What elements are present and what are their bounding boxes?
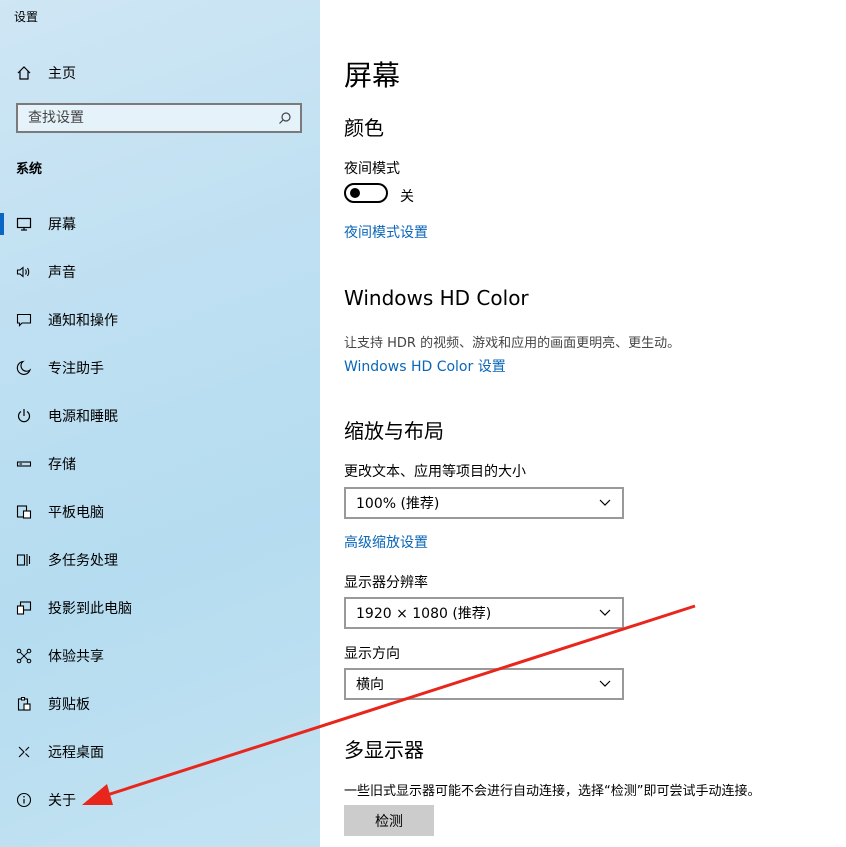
sidebar-item-tablet[interactable]: 平板电脑 [0, 488, 320, 536]
scale-dropdown-value: 100% (推荐) [356, 496, 440, 512]
sidebar-item-sound[interactable]: 声音 [0, 248, 320, 296]
storage-icon [15, 455, 33, 473]
sidebar-item-storage[interactable]: 存储 [0, 440, 320, 488]
info-icon [15, 791, 33, 809]
sidebar: 设置 主页 系统 屏幕 声音 通知和操作 [0, 0, 320, 847]
main-content: 屏幕 颜色 夜间模式 关 夜间模式设置 Windows HD Color 让支持… [320, 0, 846, 847]
clipboard-icon [15, 695, 33, 713]
page-title: 屏幕 [344, 59, 401, 92]
sidebar-item-projecting[interactable]: 投影到此电脑 [0, 584, 320, 632]
night-mode-state: 关 [400, 189, 414, 205]
sidebar-item-label: 多任务处理 [48, 553, 118, 569]
sidebar-item-clipboard[interactable]: 剪贴板 [0, 680, 320, 728]
sidebar-item-label: 体验共享 [48, 649, 104, 665]
sidebar-item-notifications[interactable]: 通知和操作 [0, 296, 320, 344]
home-icon [15, 64, 33, 82]
sidebar-item-label: 电源和睡眠 [48, 409, 118, 425]
toggle-knob [350, 188, 360, 198]
sidebar-home[interactable]: 主页 [0, 58, 320, 88]
sidebar-item-about[interactable]: 关于 [0, 776, 320, 824]
sidebar-item-focus-assist[interactable]: 专注助手 [0, 344, 320, 392]
chevron-down-icon [598, 496, 612, 510]
projection-icon [15, 599, 33, 617]
sidebar-item-multitasking[interactable]: 多任务处理 [0, 536, 320, 584]
multi-display-heading: 多显示器 [344, 738, 424, 762]
resolution-label: 显示器分辨率 [344, 575, 428, 591]
sidebar-home-label: 主页 [48, 66, 76, 82]
night-mode-settings-link[interactable]: 夜间模式设置 [344, 222, 428, 242]
app-title: 设置 [14, 10, 39, 24]
color-heading: 颜色 [344, 116, 384, 140]
orientation-label: 显示方向 [344, 646, 400, 662]
multitask-icon [15, 551, 33, 569]
detect-button[interactable]: 检测 [344, 805, 434, 836]
resolution-dropdown[interactable]: 1920 × 1080 (推荐) [344, 597, 624, 629]
moon-icon [15, 359, 33, 377]
scale-heading: 缩放与布局 [344, 419, 444, 443]
sidebar-item-label: 关于 [48, 793, 76, 809]
remote-icon [15, 743, 33, 761]
multi-display-description: 一些旧式显示器可能不会进行自动连接，选择“检测”即可尝试手动连接。 [344, 784, 761, 799]
hdr-description: 让支持 HDR 的视频、游戏和应用的画面更明亮、更生动。 [344, 336, 681, 351]
sidebar-nav: 屏幕 声音 通知和操作 专注助手 电源和睡眠 存储 平板电脑 多任务处理 投影到… [0, 200, 320, 824]
sidebar-item-label: 远程桌面 [48, 745, 104, 761]
night-mode-toggle[interactable] [344, 183, 388, 203]
resolution-dropdown-value: 1920 × 1080 (推荐) [356, 606, 492, 622]
chevron-down-icon [598, 606, 612, 620]
sidebar-item-label: 存储 [48, 457, 76, 473]
sidebar-item-label: 平板电脑 [48, 505, 104, 521]
scale-dropdown[interactable]: 100% (推荐) [344, 487, 624, 519]
orientation-dropdown-value: 横向 [356, 677, 384, 693]
notification-icon [15, 311, 33, 329]
power-icon [15, 407, 33, 425]
sidebar-item-display[interactable]: 屏幕 [0, 200, 320, 248]
tablet-icon [15, 503, 33, 521]
orientation-dropdown[interactable]: 横向 [344, 668, 624, 700]
advanced-scaling-link[interactable]: 高级缩放设置 [344, 532, 428, 552]
size-label: 更改文本、应用等项目的大小 [344, 464, 526, 480]
hdr-settings-link[interactable]: Windows HD Color 设置 [344, 356, 506, 376]
section-label: 系统 [16, 162, 43, 177]
sidebar-item-label: 剪贴板 [48, 697, 90, 713]
sidebar-item-label: 屏幕 [48, 217, 76, 233]
sidebar-item-power[interactable]: 电源和睡眠 [0, 392, 320, 440]
sidebar-item-shared-experiences[interactable]: 体验共享 [0, 632, 320, 680]
sidebar-item-label: 专注助手 [48, 361, 104, 377]
search-icon[interactable] [276, 109, 294, 127]
night-mode-label: 夜间模式 [344, 161, 400, 177]
sidebar-item-label: 声音 [48, 265, 76, 281]
monitor-icon [15, 215, 33, 233]
hdr-heading: Windows HD Color [344, 286, 529, 310]
share-icon [15, 647, 33, 665]
sidebar-item-remote-desktop[interactable]: 远程桌面 [0, 728, 320, 776]
chevron-down-icon [598, 677, 612, 691]
sidebar-item-label: 投影到此电脑 [48, 601, 132, 617]
sidebar-item-label: 通知和操作 [48, 313, 118, 329]
search-box[interactable] [16, 103, 302, 133]
speaker-icon [15, 263, 33, 281]
search-input[interactable] [18, 109, 276, 127]
